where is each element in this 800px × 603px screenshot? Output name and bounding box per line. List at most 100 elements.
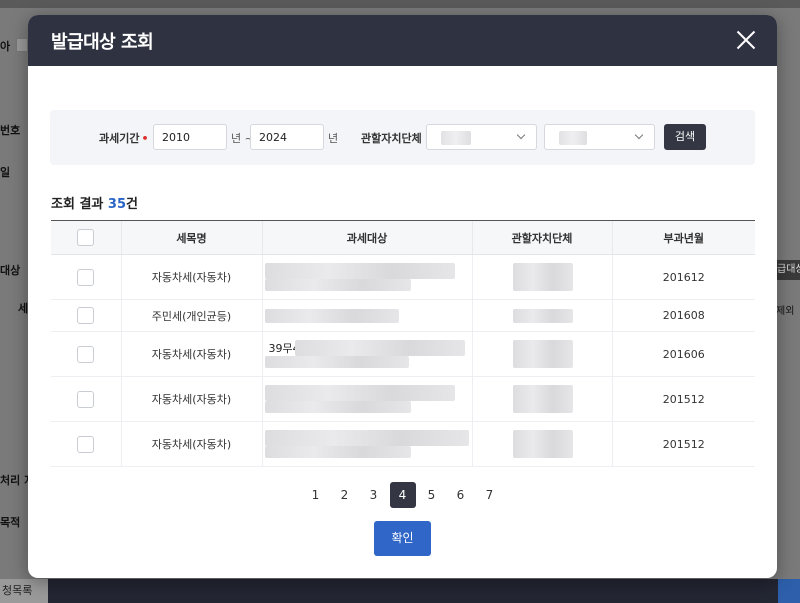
redacted-value: [264, 430, 469, 446]
page-button[interactable]: 5: [419, 482, 445, 508]
redacted-value: [559, 131, 587, 145]
table-row[interactable]: 자동차세(자동차) 201512: [51, 376, 755, 422]
period-cell: 201512: [611, 421, 755, 467]
result-prefix: 조회 결과: [51, 197, 108, 212]
page-button[interactable]: 3: [361, 482, 387, 508]
background-label: 목적: [0, 516, 21, 529]
target-cell: [261, 299, 472, 332]
chevron-down-icon: [634, 130, 644, 140]
pagination: 1234567: [28, 482, 777, 508]
to-year-input[interactable]: [250, 124, 324, 150]
background-label: 일: [0, 166, 11, 179]
redacted-value: [264, 401, 411, 413]
authority-cell: [471, 299, 612, 332]
row-checkbox[interactable]: [77, 307, 95, 324]
target-cell: [261, 421, 472, 467]
tax-item-cell: 자동차세(자동차): [120, 376, 262, 422]
result-summary: 조회 결과 35건: [51, 193, 138, 212]
page-button[interactable]: 2: [332, 482, 358, 508]
redacted-value: [441, 131, 471, 145]
tax-item-cell: 자동차세(자동차): [120, 421, 262, 467]
background-label: 아: [0, 40, 11, 53]
column-header: 부과년월: [611, 220, 755, 255]
row-checkbox[interactable]: [77, 345, 95, 363]
page-button[interactable]: 6: [448, 482, 474, 508]
redacted-value: [512, 430, 573, 458]
row-checkbox-cell: [51, 331, 121, 377]
select-all-cell: [51, 220, 121, 255]
authority-select-primary[interactable]: [426, 124, 537, 150]
close-icon[interactable]: [735, 29, 757, 51]
row-checkbox-cell: [51, 299, 121, 332]
column-header: 관할자치단체: [471, 220, 612, 255]
background-text: 제외: [776, 306, 795, 317]
page-button[interactable]: 1: [303, 482, 329, 508]
background-label: 대상: [0, 264, 21, 277]
table-row[interactable]: 자동차세(자동차) 201512: [51, 421, 755, 467]
authority-select-secondary[interactable]: [544, 124, 655, 150]
background-footer: [0, 579, 800, 603]
redacted-value: [264, 446, 411, 458]
column-header: 세목명: [120, 220, 262, 255]
redacted-value: [294, 340, 465, 356]
redacted-value: [512, 385, 573, 413]
row-checkbox-cell: [51, 254, 121, 300]
result-count: 35: [107, 197, 126, 212]
search-button[interactable]: 검색: [664, 124, 706, 150]
row-checkbox[interactable]: [77, 390, 95, 408]
authority-cell: [471, 254, 612, 300]
table-row[interactable]: 자동차세(자동차) 39무4 201606: [51, 331, 755, 377]
chevron-down-icon: [516, 130, 526, 140]
authority-cell: [471, 331, 612, 377]
redacted-value: [264, 263, 455, 279]
tax-period-label: 과세기간 •: [99, 130, 149, 146]
tax-item-cell: 자동차세(자동차): [120, 254, 262, 300]
background-input: [16, 38, 28, 52]
select-all-checkbox[interactable]: [77, 229, 95, 246]
background-top-strip: [0, 0, 800, 8]
target-cell: [261, 376, 472, 422]
redacted-value: [264, 356, 409, 368]
redacted-value: [264, 279, 411, 291]
confirm-button[interactable]: 확인: [374, 521, 431, 556]
result-table: 세목명 과세대상 관할자치단체 부과년월 자동차세(자동차) 201612 주민…: [51, 220, 755, 467]
redacted-value: [264, 385, 455, 401]
search-panel: 과세기간• 년 ~ 년 관할자치단체 검색: [50, 110, 755, 165]
modal-header: 발급대상 조회: [28, 15, 777, 66]
result-suffix: 건: [126, 197, 138, 212]
redacted-value: [512, 340, 573, 368]
to-year-unit: 년: [328, 132, 339, 145]
page-button-current[interactable]: 4: [389, 482, 416, 508]
row-checkbox-cell: [51, 376, 121, 422]
authority-cell: [471, 376, 612, 422]
period-cell: 201606: [611, 331, 755, 377]
redacted-value: [512, 309, 573, 323]
background-footer-button: 청목록: [0, 579, 48, 603]
period-cell: 201608: [611, 299, 755, 332]
tax-item-cell: 주민세(개인균등): [120, 299, 262, 332]
modal-title: 발급대상 조회: [51, 31, 154, 53]
background-label: 번호: [0, 124, 21, 137]
column-header: 과세대상: [261, 220, 472, 255]
required-dot-icon: •: [141, 132, 149, 145]
page-button[interactable]: 7: [477, 482, 503, 508]
row-checkbox-cell: [51, 421, 121, 467]
authority-label: 관할자치단체: [361, 132, 422, 145]
tax-item-cell: 자동차세(자동차): [120, 331, 262, 377]
redacted-value: [264, 309, 399, 323]
background-footer-right-button: [778, 579, 800, 603]
background-tag: 급대상: [777, 260, 800, 280]
from-year-input[interactable]: [153, 124, 227, 150]
row-checkbox[interactable]: [77, 435, 95, 453]
period-cell: 201612: [611, 254, 755, 300]
table-header-row: 세목명 과세대상 관할자치단체 부과년월: [51, 220, 755, 255]
table-row[interactable]: 자동차세(자동차) 201612: [51, 254, 755, 300]
tax-period-label-text: 과세기간: [99, 132, 140, 145]
authority-cell: [471, 421, 612, 467]
row-checkbox[interactable]: [77, 268, 95, 286]
target-cell: [261, 254, 472, 300]
redacted-value: [512, 263, 573, 291]
background-label: 세: [18, 302, 29, 315]
table-row[interactable]: 주민세(개인균등) 201608: [51, 299, 755, 332]
target-cell: 39무4: [261, 331, 472, 377]
